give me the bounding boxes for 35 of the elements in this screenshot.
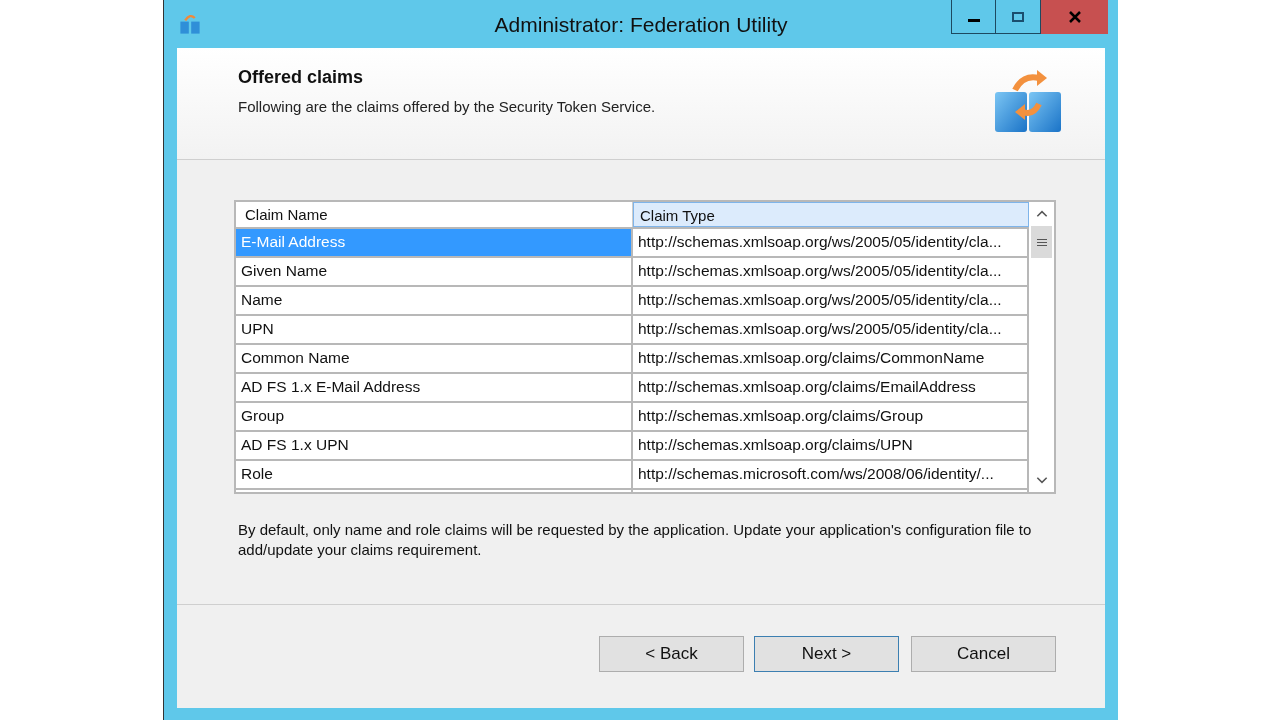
wizard-button[interactable]: Cancel <box>911 636 1056 672</box>
table-cell: AD FS 1.x UPN <box>236 432 633 459</box>
table-row[interactable]: Name http://schemas.xmlsoap.org/ws/2005/05/identity/cla... <box>236 285 1029 314</box>
table-cell: AD FS 1.x E-Mail Address <box>236 374 633 401</box>
table-cell: Name <box>236 287 633 314</box>
grip-icon <box>1036 237 1047 247</box>
window-title: Administrator: Federation Utility <box>493 13 789 37</box>
page-title: Offered claims <box>238 67 365 88</box>
table-row[interactable]: AD FS 1.x E-Mail Address http://schemas.xmlsoap.org/claims/EmailAddress <box>236 372 1029 401</box>
maximize-button[interactable] <box>996 0 1041 34</box>
minimize-button[interactable] <box>951 0 996 34</box>
table-row[interactable]: Group http://schemas.xmlsoap.org/claims/Group <box>236 401 1029 430</box>
table-cell: Group <box>236 403 633 430</box>
info-text: By default, only name and role claims will be requested by the application. Update your application's configuration file to add/update your claims requirement. <box>238 520 1033 560</box>
column-header[interactable]: Claim Type <box>633 202 1029 227</box>
servers-icon <box>178 12 202 36</box>
table-row[interactable]: E-Mail Address http://schemas.xmlsoap.org/ws/2005/05/identity/cla... <box>236 227 1029 256</box>
maximize-icon <box>1011 9 1025 24</box>
table-cell: Common Name <box>236 345 633 372</box>
wizard-button[interactable]: < Back <box>599 636 744 672</box>
table-row[interactable]: Role http://schemas.microsoft.com/ws/2008/06/identity/... <box>236 459 1029 488</box>
page-subtitle: Following are the claims offered by the Security Token Service. <box>238 98 656 115</box>
table-row[interactable]: AD FS 1.x UPN http://schemas.xmlsoap.org/claims/UPN <box>236 430 1029 459</box>
wizard-button[interactable]: Next > <box>754 636 899 672</box>
table-row[interactable]: Common Name http://schemas.xmlsoap.org/claims/CommonName <box>236 343 1029 372</box>
table-cell: Given Name <box>236 258 633 285</box>
table-row[interactable]: Given Name http://schemas.xmlsoap.org/ws/2005/05/identity/cla... <box>236 256 1029 285</box>
minimize-icon <box>967 19 980 22</box>
table-cell: UPN <box>236 316 633 343</box>
scroll-thumb[interactable] <box>1031 226 1052 258</box>
close-icon <box>1067 10 1082 24</box>
table-cell: Role <box>236 461 633 488</box>
table-cell: E-Mail Address <box>236 229 633 256</box>
close-button[interactable] <box>1041 0 1108 34</box>
table-row[interactable]: UPN http://schemas.xmlsoap.org/ws/2005/05/identity/cla... <box>236 314 1029 343</box>
